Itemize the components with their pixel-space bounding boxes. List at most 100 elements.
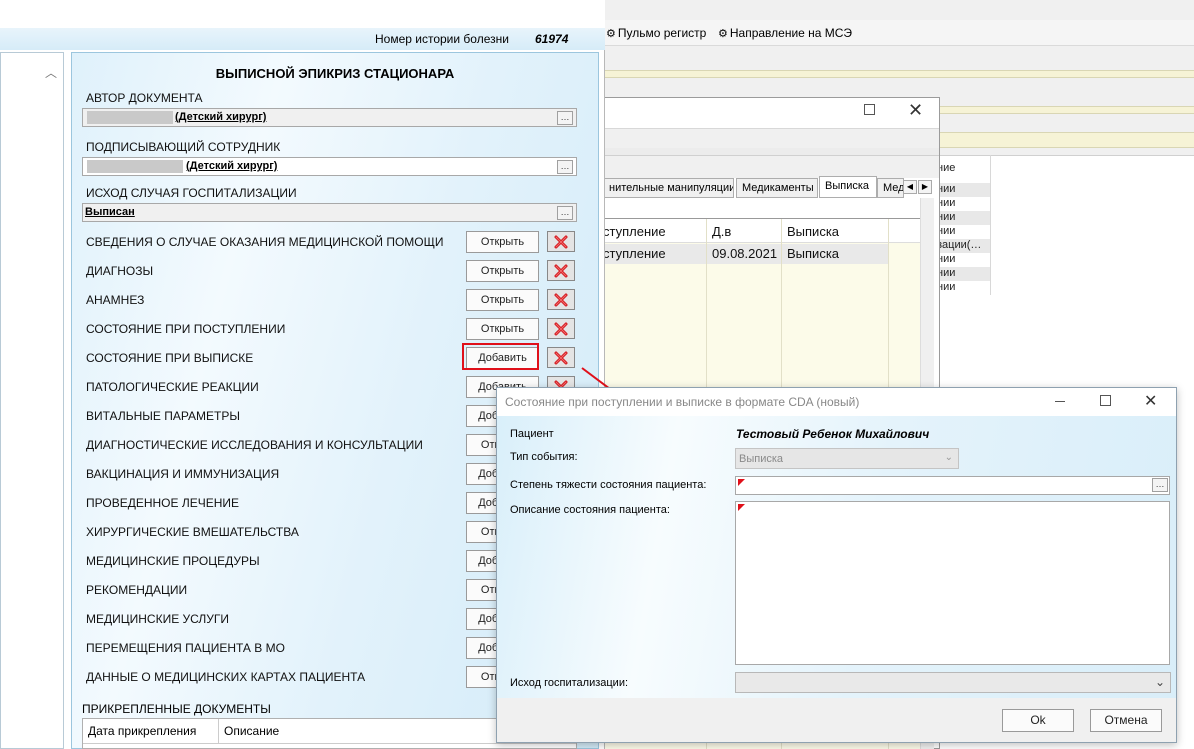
section-action-button[interactable]: Открыть	[466, 289, 539, 311]
section-action-button[interactable]: Открыть	[466, 231, 539, 253]
pulmo-button[interactable]: ⚙ Пульмо регистр	[606, 24, 706, 42]
left-nav-panel	[0, 52, 64, 749]
author-name-redacted	[87, 111, 173, 124]
section-action-button[interactable]: Открыть	[466, 318, 539, 340]
mse-button[interactable]: ⚙ Направление на МСЭ	[718, 24, 852, 42]
grid-header-admission[interactable]: ступление	[603, 224, 666, 239]
patient-name: Тестовый Ребенок Михайлович	[736, 427, 930, 441]
required-marker-icon	[738, 504, 745, 511]
right-list-divider	[990, 155, 991, 295]
severity-field[interactable]: …	[735, 476, 1170, 495]
section-label: ПАТОЛОГИЧЕСКИЕ РЕАКЦИИ	[86, 380, 259, 394]
pulmo-icon: ⚙	[606, 27, 616, 40]
dialog-title: Состояние при поступлении и выписке в фо…	[505, 395, 860, 409]
section-label: МЕДИЦИНСКИЕ УСЛУГИ	[86, 612, 230, 626]
hosp-outcome-label: Исход госпитализации:	[510, 677, 629, 689]
section-action-button[interactable]: Открыть	[466, 260, 539, 282]
hosp-outcome-select[interactable]: ⌄	[735, 672, 1171, 693]
section-label: СОСТОЯНИЕ ПРИ ПОСТУПЛЕНИИ	[86, 322, 286, 336]
section-label: ДИАГНОСТИЧЕСКИЕ ИССЛЕДОВАНИЯ И КОНСУЛЬТА…	[86, 438, 423, 452]
right-list-item[interactable]: нии	[937, 281, 990, 295]
right-list-item[interactable]: зации(…	[937, 239, 990, 253]
event-type-label: Тип события:	[510, 451, 578, 463]
severity-select-icon[interactable]: …	[1152, 478, 1168, 492]
signer-field[interactable]: (Детский хирург) …	[82, 157, 577, 176]
section-label: ПРОВЕДЕННОЕ ЛЕЧЕНИЕ	[86, 496, 240, 510]
right-list-item[interactable]: нии	[937, 183, 990, 197]
history-number: 61974	[535, 32, 569, 46]
attached-col-desc[interactable]: Описание	[224, 724, 279, 738]
right-list-item[interactable]: нии	[937, 253, 990, 267]
mse-icon: ⚙	[718, 27, 728, 40]
grid-header-discharge[interactable]: Выписка	[787, 224, 839, 239]
chevron-down-icon: ⌄	[1154, 675, 1165, 689]
delete-icon	[554, 322, 568, 335]
dialog-maximize-icon[interactable]	[1100, 395, 1111, 406]
attached-label: ПРИКРЕПЛЕННЫЕ ДОКУМЕНТЫ	[82, 702, 271, 716]
delete-section-button[interactable]	[547, 318, 575, 339]
description-label: Описание состояния пациента:	[510, 504, 670, 516]
tab-scroll-right-icon[interactable]: ▶	[918, 180, 932, 194]
tab-manipulations[interactable]: нительные манипуляции	[603, 178, 734, 198]
outcome-select-icon[interactable]: …	[557, 206, 573, 220]
delete-icon	[554, 235, 568, 248]
tab-medications[interactable]: Медикаменты	[736, 178, 818, 198]
grid-cell-date: 09.08.2021	[712, 246, 778, 261]
middle-close-icon[interactable]: ✕	[908, 100, 923, 121]
middle-maximize-icon[interactable]	[864, 104, 875, 115]
section-label: ВАКЦИНАЦИЯ И ИММУНИЗАЦИЯ	[86, 467, 280, 481]
delete-section-button[interactable]	[547, 260, 575, 281]
section-label: СОСТОЯНИЕ ПРИ ВЫПИСКЕ	[86, 351, 254, 365]
form-title: ВЫПИСНОЙ ЭПИКРИЗ СТАЦИОНАРА	[215, 66, 455, 81]
right-list-item[interactable]: нии	[937, 267, 990, 281]
delete-section-button[interactable]	[547, 289, 575, 310]
grid-header-date[interactable]: Д.в	[712, 224, 731, 239]
description-textarea[interactable]	[735, 501, 1170, 665]
delete-icon	[554, 264, 568, 277]
epicrisis-topbar	[0, 0, 605, 28]
section-label: РЕКОМЕНДАЦИИ	[86, 583, 188, 597]
signer-label: ПОДПИСЫВАЮЩИЙ СОТРУДНИК	[86, 140, 281, 154]
yellow-band-1	[605, 70, 1194, 78]
outcome-field[interactable]: Выписан …	[82, 203, 577, 222]
attached-header-line	[83, 743, 576, 744]
section-label: СВЕДЕНИЯ О СЛУЧАЕ ОКАЗАНИЯ МЕДИЦИНСКОЙ П…	[86, 235, 444, 249]
event-type-select[interactable]: Выписка ⌄	[735, 448, 959, 469]
delete-section-button[interactable]	[547, 231, 575, 252]
attached-col-date[interactable]: Дата прикрепления	[88, 724, 196, 738]
signer-name-redacted	[87, 160, 183, 173]
history-label: Номер истории болезни	[375, 32, 509, 46]
yellow-band-3	[940, 132, 1194, 148]
dialog-minimize-icon[interactable]	[1055, 401, 1065, 402]
delete-icon	[554, 293, 568, 306]
required-marker-icon	[738, 479, 745, 486]
section-label: ДИАГНОЗЫ	[86, 264, 154, 278]
chevron-down-icon: ⌄	[944, 452, 953, 463]
author-label: АВТОР ДОКУМЕНТА	[86, 91, 203, 105]
section-label: МЕДИЦИНСКИЕ ПРОЦЕДУРЫ	[86, 554, 260, 568]
section-label: ПЕРЕМЕЩЕНИЯ ПАЦИЕНТА В МО	[86, 641, 285, 655]
signer-select-icon[interactable]: …	[557, 160, 573, 174]
patient-label: Пациент	[510, 428, 554, 440]
right-list-item[interactable]: нии	[937, 225, 990, 239]
tab-scroll-left-icon[interactable]: ◀	[903, 180, 917, 194]
attached-col-divider	[218, 719, 219, 743]
section-label: ХИРУРГИЧЕСКИЕ ВМЕШАТЕЛЬСТВА	[86, 525, 299, 539]
outcome-label: ИСХОД СЛУЧАЯ ГОСПИТАЛИЗАЦИИ	[86, 186, 297, 200]
right-list-header: ние	[937, 162, 956, 174]
tab-discharge[interactable]: Выписка	[819, 176, 877, 198]
middle-window-titlebar	[601, 98, 939, 128]
highlight-box	[462, 343, 539, 370]
section-label: ДАННЫЕ О МЕДИЦИНСКИХ КАРТАХ ПАЦИЕНТА	[86, 670, 366, 684]
author-select-icon[interactable]: …	[557, 111, 573, 125]
cancel-button[interactable]: Отмена	[1090, 709, 1162, 732]
scroll-up-icon[interactable]: ︿	[45, 64, 57, 81]
grid-cell-admission: ступление	[603, 246, 666, 261]
grid-cell-discharge: Выписка	[787, 246, 840, 261]
tab-med[interactable]: Мед	[877, 178, 904, 198]
author-field[interactable]: (Детский хирург) …	[82, 108, 577, 127]
right-list-item[interactable]: нии	[937, 211, 990, 225]
right-list-item[interactable]: нии	[937, 197, 990, 211]
dialog-close-icon[interactable]: ✕	[1144, 391, 1157, 411]
ok-button[interactable]: Ok	[1002, 709, 1074, 732]
